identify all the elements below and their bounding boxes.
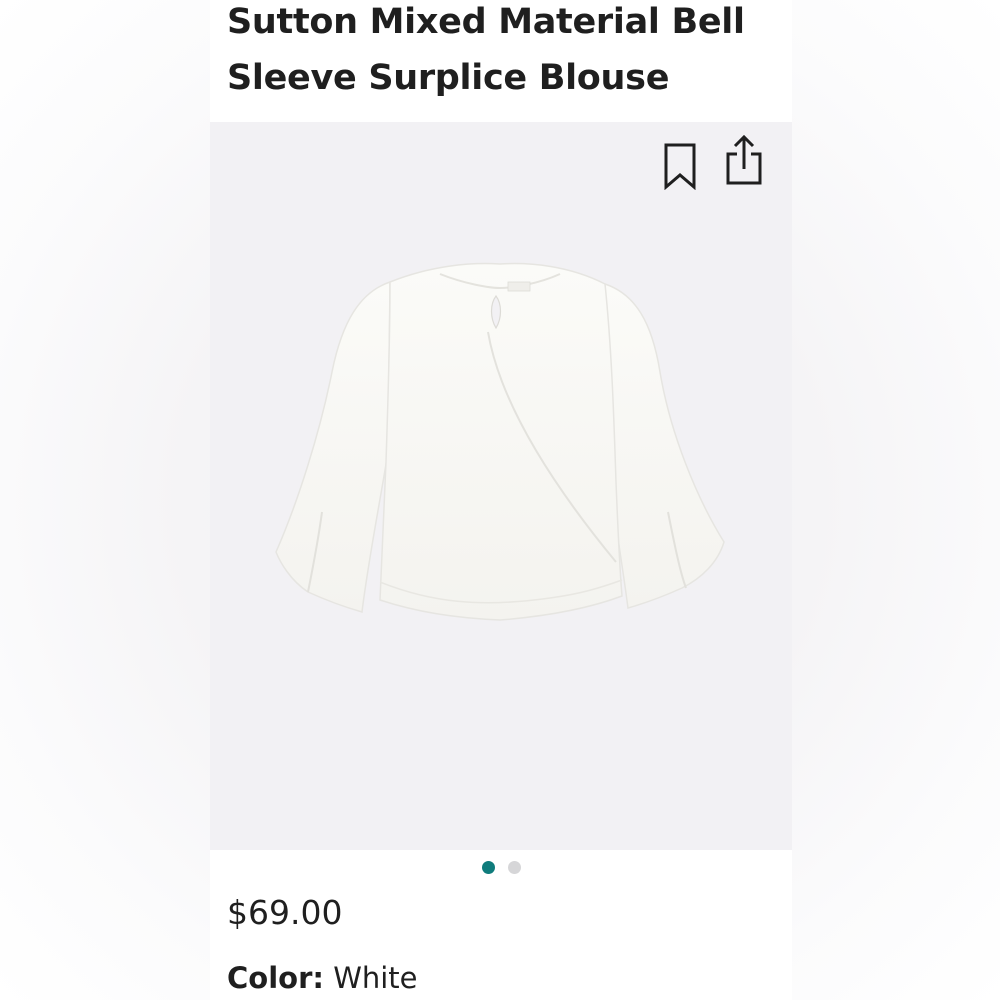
blouse-product-image: [275, 262, 725, 621]
color-row: Color: White: [227, 956, 418, 1000]
share-button[interactable]: [722, 132, 766, 188]
bookmark-button[interactable]: [658, 138, 702, 194]
bookmark-icon: [664, 143, 696, 190]
gallery-pagination: [210, 861, 792, 875]
gallery-dot-1[interactable]: [481, 861, 495, 874]
product-detail-screen: Sutton Mixed Material Bell Sleeve Surpli…: [210, 0, 792, 1000]
product-title: Sutton Mixed Material Bell Sleeve Surpli…: [227, 2, 745, 98]
gallery-dot-2[interactable]: [507, 861, 521, 874]
color-value: White: [333, 961, 418, 995]
product-price: $69.00: [227, 893, 343, 932]
product-image-gallery[interactable]: [210, 122, 792, 850]
share-icon: [726, 134, 762, 185]
color-label: Color:: [227, 961, 324, 995]
